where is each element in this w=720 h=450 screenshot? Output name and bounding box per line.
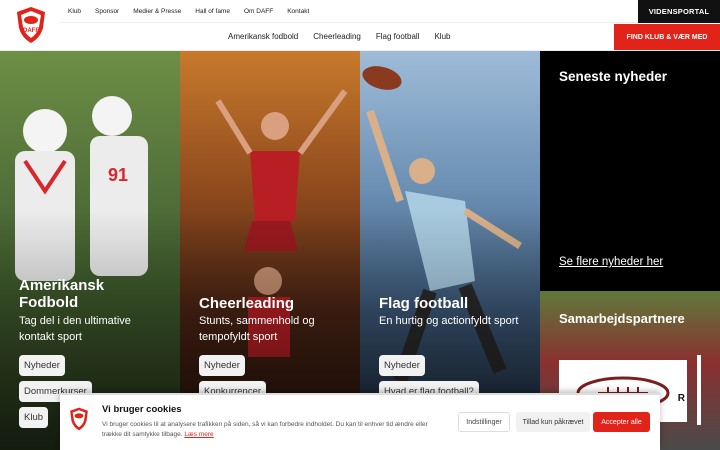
news-title: Seneste nyheder: [559, 69, 668, 84]
panel-title-line1: Amerikansk: [19, 277, 105, 294]
mainnav-flag-football[interactable]: Flag football: [376, 32, 420, 41]
site-header: DAFF Klub Sponsor Medier & Presse Hall o…: [0, 0, 720, 51]
daff-logo[interactable]: DAFF: [14, 6, 48, 44]
pill-nyheder[interactable]: Nyheder: [199, 355, 245, 376]
mainnav-amerikansk-fodbold[interactable]: Amerikansk fodbold: [228, 32, 298, 41]
cookie-banner: Vi bruger cookies Vi bruger cookies til …: [60, 393, 660, 450]
cookie-required-only-button[interactable]: Tillad kun påkrævet: [516, 412, 590, 432]
top-nav: Klub Sponsor Medier & Presse Hall of fam…: [68, 0, 309, 22]
panel-subtitle: Tag del i den ultimative kontakt sport: [19, 315, 131, 343]
videnportal-button[interactable]: VIDENSPORTAL: [638, 0, 720, 23]
panel-title: Flag football: [379, 295, 469, 312]
cookie-settings-button[interactable]: Indstillinger: [458, 412, 510, 432]
topnav-om-daff[interactable]: Om DAFF: [244, 8, 273, 15]
panel-title: Cheerleading: [199, 295, 295, 312]
main-nav: Amerikansk fodbold Cheerleading Flag foo…: [228, 24, 450, 49]
svg-text:91: 91: [108, 165, 128, 185]
find-klub-button[interactable]: FIND KLUB & VÆR MED: [614, 24, 720, 50]
pill-nyheder[interactable]: Nyheder: [379, 355, 425, 376]
daff-logo-small: [70, 407, 88, 431]
topnav-kontakt[interactable]: Kontakt: [287, 8, 309, 15]
panel-flag-football[interactable]: Flag football En hurtig og actionfyldt s…: [360, 51, 540, 450]
mainnav-cheerleading[interactable]: Cheerleading: [313, 32, 361, 41]
topnav-klub[interactable]: Klub: [68, 8, 81, 15]
topnav-medier-presse[interactable]: Medier & Presse: [133, 8, 181, 15]
partner-card-letter: R: [677, 393, 685, 404]
cookie-read-more-link[interactable]: Læs mere: [184, 431, 213, 438]
panel-subtitle: En hurtig og actionfyldt sport: [379, 315, 519, 327]
panel-amerikansk-fodbold[interactable]: 91 Amerikansk Fodbold Tag del i den ulti…: [0, 51, 180, 450]
cookie-title: Vi bruger cookies: [102, 404, 182, 415]
header-divider: [60, 22, 638, 23]
news-more-link[interactable]: Se flere nyheder her: [559, 256, 663, 268]
cookie-accept-all-button[interactable]: Accepter alle: [593, 412, 650, 432]
panel-title-line2: Fodbold: [19, 294, 79, 311]
pill-nyheder[interactable]: Nyheder: [19, 355, 65, 376]
mainnav-klub[interactable]: Klub: [434, 32, 450, 41]
topnav-sponsor[interactable]: Sponsor: [95, 8, 119, 15]
topnav-hall-of-fame[interactable]: Hall of fame: [195, 8, 230, 15]
news-section: Seneste nyheder Se flere nyheder her: [540, 51, 720, 291]
pill-klub[interactable]: Klub: [19, 407, 49, 428]
panel-subtitle: Stunts, sammenhold og tempofyldt sport: [199, 315, 315, 343]
panel-title: Amerikansk Fodbold: [19, 277, 104, 311]
partner-divider: [697, 355, 701, 425]
logo-text: DAFF: [23, 28, 39, 34]
cookie-text: Vi bruger cookies til at analysere trafi…: [102, 420, 447, 440]
panel-cheerleading[interactable]: Cheerleading Stunts, sammenhold og tempo…: [180, 51, 360, 450]
cookie-body: Vi bruger cookies til at analysere trafi…: [102, 421, 428, 438]
partners-title: Samarbejdspartnere: [559, 311, 685, 326]
